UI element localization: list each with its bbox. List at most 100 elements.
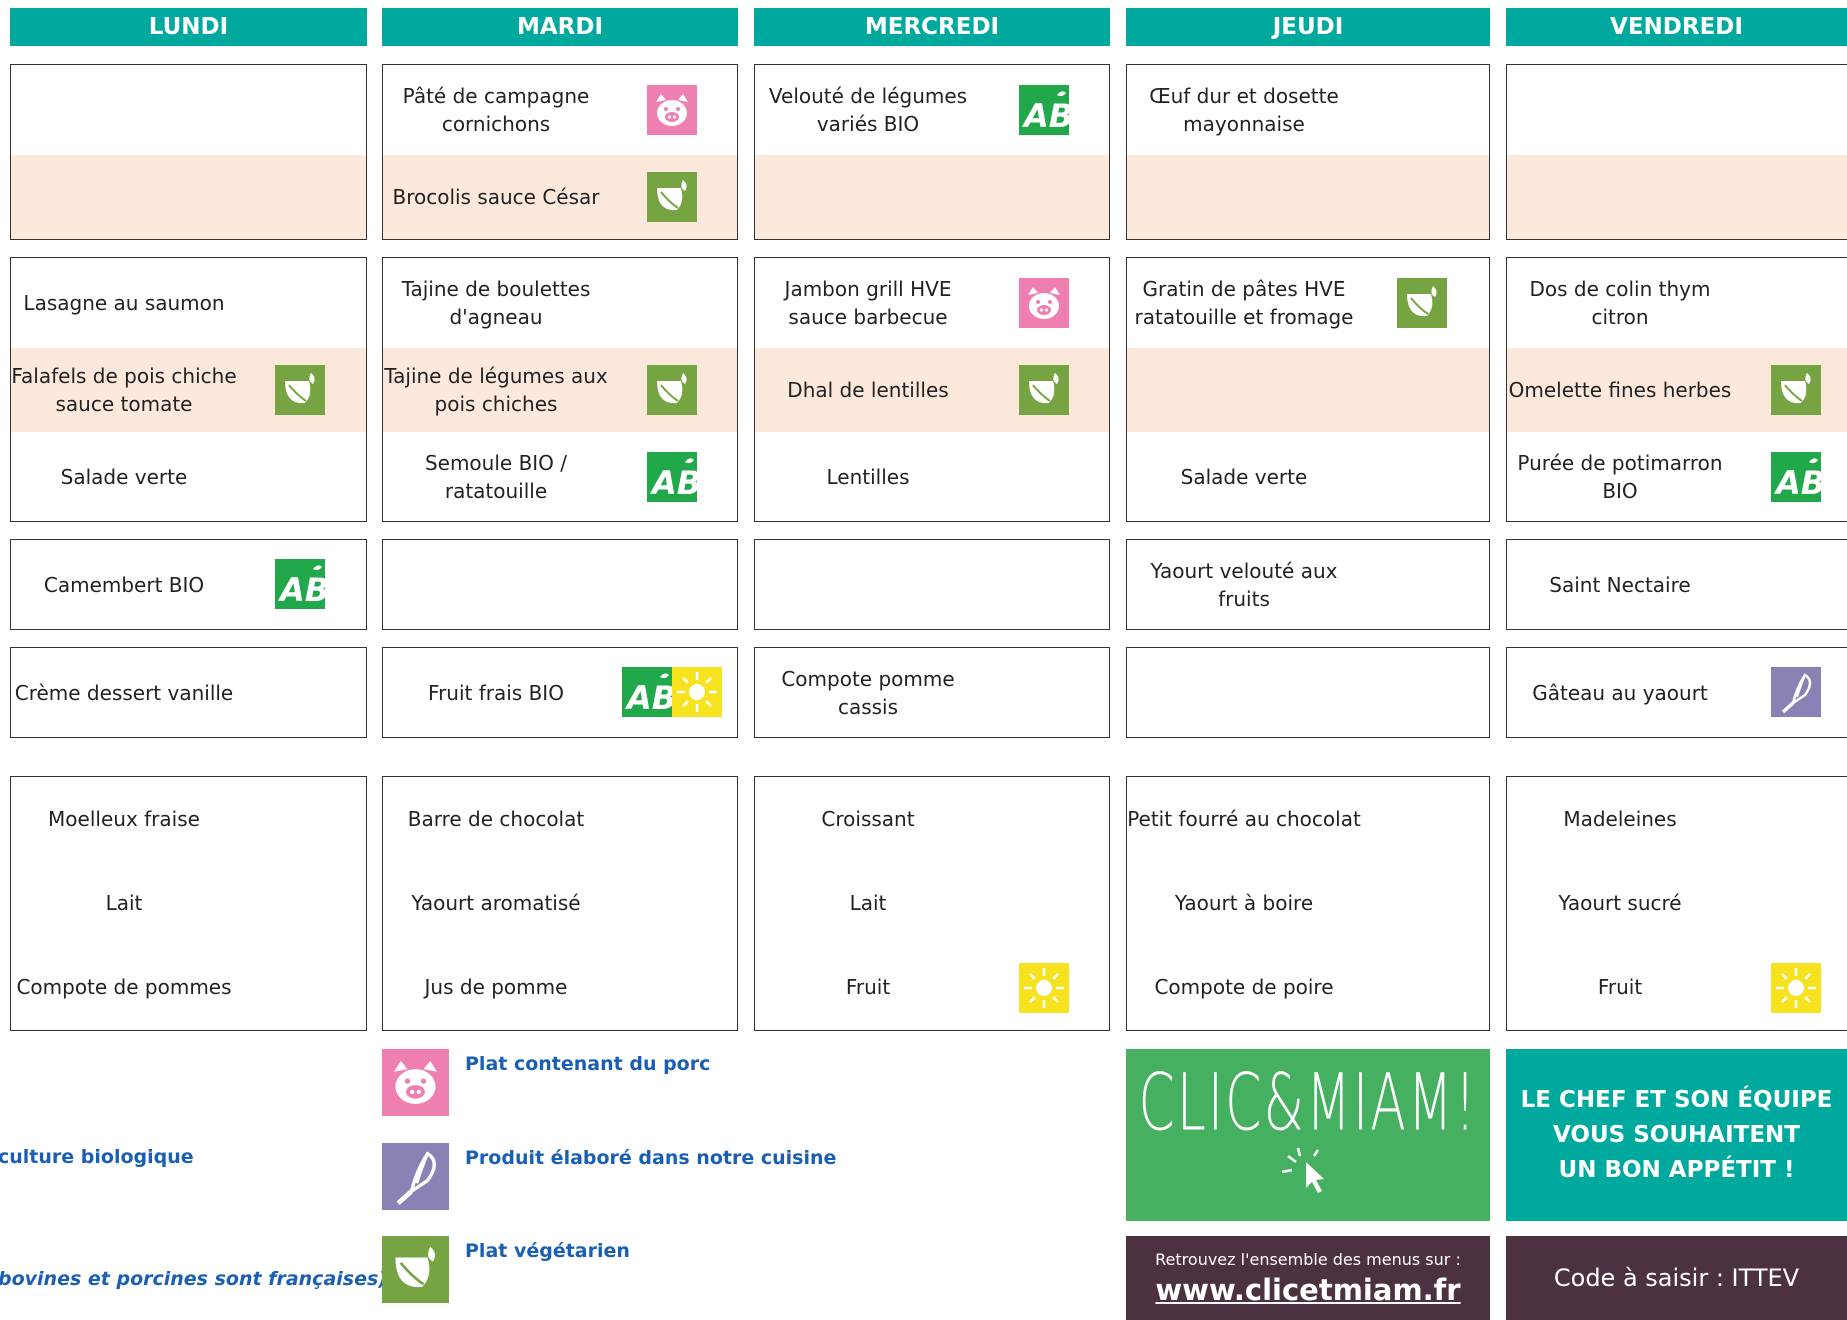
snack-item-vendredi: Madeleines (1563, 807, 1677, 831)
ab-bio-icon (1771, 452, 1821, 502)
snack-item-mercredi: Fruit (845, 975, 891, 999)
side-dish-mercredi: Lentilles (826, 464, 910, 489)
starter-alt-mardi: Brocolis sauce César (392, 185, 600, 209)
leaf-icon (1397, 278, 1447, 328)
leaf-icon (1771, 365, 1821, 415)
dairy-mardi (383, 540, 609, 629)
dairy-box-lundi: Camembert BIO (10, 539, 367, 630)
main-alt-mardi: Tajine de légumes aux pois chiches (384, 364, 608, 416)
sun-icon (672, 667, 722, 717)
pig-icon (1019, 278, 1069, 328)
clicmiam-logo-banner[interactable]: CLIC&MIAM! (1126, 1049, 1490, 1221)
snack-item-lundi: Compote de pommes (16, 975, 232, 999)
legend-vegetarian-text: Plat végétarien (465, 1240, 630, 1262)
dessert-lundi: Crème dessert vanille (14, 680, 234, 705)
pig-icon (647, 85, 697, 135)
dairy-box-vendredi: Saint Nectaire (1506, 539, 1847, 630)
day-header-lundi: LUNDI (10, 8, 367, 46)
side-dish-lundi: Salade verte (60, 464, 188, 489)
main-dish-jeudi: Gratin de pâtes HVE ratatouille et froma… (1134, 277, 1354, 329)
dessert-mardi: Fruit frais BIO (428, 680, 564, 705)
bon-appetit-banner: LE CHEF ET SON ÉQUIPE VOUS SOUHAITENT UN… (1506, 1049, 1847, 1221)
dessert-vendredi: Gâteau au yaourt (1532, 680, 1708, 705)
day-header-jeudi: JEUDI (1126, 8, 1490, 46)
starter-main-mercredi: Velouté de légumes variés BIO (768, 84, 968, 136)
sun-icon (1019, 963, 1069, 1013)
clicmiam-url-link[interactable]: www.clicetmiam.fr (1155, 1273, 1460, 1307)
clicmiam-logo: CLIC&MIAM! (1138, 1059, 1478, 1149)
ab-bio-icon (275, 559, 325, 609)
legend-bio-text: culture biologique (0, 1146, 194, 1168)
main-alt-jeudi (1127, 348, 1361, 432)
main-dish-lundi: Lasagne au saumon (23, 291, 225, 315)
dessert-jeudi (1127, 648, 1361, 737)
legend-origin-text: bovines et porcines sont françaises) (0, 1268, 387, 1290)
wish-line: VOUS SOUHAITENT (1553, 1121, 1800, 1148)
main-box-mercredi: Jambon grill HVE sauce barbecue Dhal de … (754, 257, 1110, 522)
sun-icon (1771, 963, 1821, 1013)
starter-box-jeudi: Œuf dur et dosette mayonnaise (1126, 64, 1490, 240)
find-menus-label: Retrouvez l'ensemble des menus sur : (1155, 1249, 1461, 1269)
dessert-box-lundi: Crème dessert vanille (10, 647, 367, 738)
snack-item-vendredi: Fruit (1597, 975, 1643, 999)
dairy-jeudi: Yaourt velouté aux fruits (1150, 558, 1338, 611)
snack-item-jeudi: Yaourt à boire (1174, 891, 1314, 915)
ab-bio-icon (1019, 85, 1069, 135)
dessert-box-mercredi: Compote pomme cassis (754, 647, 1110, 738)
legend-pork-text: Plat contenant du porc (465, 1053, 711, 1075)
snack-item-mardi: Yaourt aromatisé (411, 891, 581, 915)
snack-item-lundi: Lait (105, 891, 143, 915)
access-code-text: Code à saisir : ITTEV (1553, 1264, 1800, 1292)
legend-homemade-text: Produit élaboré dans notre cuisine (465, 1147, 837, 1169)
dessert-box-mardi: Fruit frais BIO (382, 647, 738, 738)
snack-box-jeudi: Petit fourré au chocolat Yaourt à boire … (1126, 776, 1490, 1031)
snack-item-mercredi: Croissant (821, 807, 915, 831)
starter-box-mardi: Pâté de campagne cornichons Brocolis sau… (382, 64, 738, 240)
dairy-lundi: Camembert BIO (43, 572, 205, 597)
snack-item-jeudi: Petit fourré au chocolat (1127, 807, 1361, 831)
wish-line: UN BON APPÉTIT ! (1558, 1156, 1795, 1183)
starter-alt-lundi (11, 155, 237, 239)
starter-main-jeudi: Œuf dur et dosette mayonnaise (1149, 84, 1339, 136)
dairy-box-jeudi: Yaourt velouté aux fruits (1126, 539, 1490, 630)
day-header-mercredi: MERCREDI (754, 8, 1110, 46)
starter-alt-vendredi (1507, 155, 1733, 239)
snack-box-mercredi: Croissant Lait Fruit (754, 776, 1110, 1031)
starter-box-lundi (10, 64, 367, 240)
starter-box-mercredi: Velouté de légumes variés BIO (754, 64, 1110, 240)
wish-line: LE CHEF ET SON ÉQUIPE (1520, 1086, 1833, 1113)
main-box-vendredi: Dos de colin thym citron Omelette fines … (1506, 257, 1847, 522)
whisk-icon (1771, 667, 1821, 717)
snack-item-vendredi: Yaourt sucré (1558, 891, 1682, 915)
pig-icon (382, 1049, 449, 1116)
leaf-icon (275, 365, 325, 415)
access-code-banner: Code à saisir : ITTEV (1506, 1236, 1847, 1320)
starter-main-lundi (11, 65, 237, 155)
starter-alt-jeudi (1127, 155, 1361, 239)
main-box-mardi: Tajine de boulettes d'agneau Tajine de l… (382, 257, 738, 522)
whisk-icon (382, 1143, 449, 1210)
menus-link-banner: Retrouvez l'ensemble des menus sur : www… (1126, 1236, 1490, 1320)
main-box-lundi: Lasagne au saumon Falafels de pois chich… (10, 257, 367, 522)
dairy-vendredi: Saint Nectaire (1549, 572, 1691, 597)
dairy-box-mardi (382, 539, 738, 630)
dessert-box-vendredi: Gâteau au yaourt (1506, 647, 1847, 738)
main-box-jeudi: Gratin de pâtes HVE ratatouille et froma… (1126, 257, 1490, 522)
snack-box-vendredi: Madeleines Yaourt sucré Fruit (1506, 776, 1847, 1031)
dessert-mercredi: Compote pomme cassis (781, 666, 955, 719)
day-header-vendredi: VENDREDI (1506, 8, 1847, 46)
snack-item-mardi: Jus de pomme (424, 975, 568, 999)
leaf-icon (1019, 365, 1069, 415)
snack-item-lundi: Moelleux fraise (48, 807, 200, 831)
main-alt-lundi: Falafels de pois chiche sauce tomate (11, 364, 237, 416)
main-alt-vendredi: Omelette fines herbes (1508, 378, 1732, 402)
main-dish-mercredi: Jambon grill HVE sauce barbecue (784, 277, 952, 329)
snack-box-mardi: Barre de chocolat Yaourt aromatisé Jus d… (382, 776, 738, 1031)
starter-box-vendredi (1506, 64, 1847, 240)
ab-bio-icon (647, 452, 697, 502)
side-dish-mardi: Semoule BIO / ratatouille (424, 450, 568, 503)
dessert-box-jeudi (1126, 647, 1490, 738)
snack-item-mercredi: Lait (849, 891, 887, 915)
starter-main-mardi: Pâté de campagne cornichons (402, 84, 590, 136)
dairy-mercredi (755, 540, 981, 629)
